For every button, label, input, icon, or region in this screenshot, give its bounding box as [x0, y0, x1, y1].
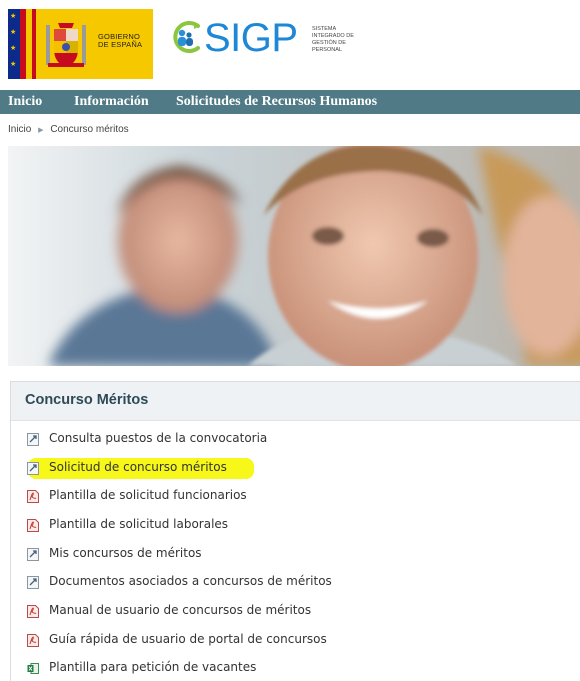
panel-title: Concurso Méritos	[25, 392, 149, 408]
web-page-icon	[27, 462, 39, 475]
web-page-icon	[27, 576, 39, 589]
pdf-icon	[27, 634, 39, 647]
nav-informacion[interactable]: Información	[74, 90, 149, 114]
link-plantilla-funcionarios[interactable]: Plantilla de solicitud funcionarios	[27, 487, 567, 507]
excel-icon	[27, 663, 39, 674]
sigp-wordmark: SIGP	[204, 16, 298, 60]
web-page-icon	[27, 548, 39, 561]
hero-banner-image	[8, 146, 580, 366]
eu-flag-band: ★ ★ ★ ★	[8, 9, 20, 79]
web-page-icon	[27, 433, 39, 446]
link-consulta-puestos[interactable]: Consulta puestos de la convocatoria	[27, 430, 567, 450]
sigp-subtitle: SISTEMA INTEGRADO DE GESTIÓN DE PERSONAL	[312, 26, 354, 53]
link-documentos-asociados[interactable]: Documentos asociados a concursos de méri…	[27, 573, 567, 593]
link-guia-rapida[interactable]: Guía rápida de usuario de portal de conc…	[27, 631, 567, 651]
sigp-logo[interactable]: SIGP SISTEMA INTEGRADO DE GESTIÓN DE PER…	[168, 14, 368, 74]
gobierno-de-espana-logo[interactable]: ★ ★ ★ ★ GOBIERNO DE ESPAÑA	[8, 9, 153, 79]
breadcrumb-arrow-icon: ▶	[38, 127, 44, 134]
link-plantilla-vacantes[interactable]: Plantilla para petición de vacantes	[27, 659, 567, 679]
pdf-icon	[27, 519, 39, 532]
main-navigation: Inicio Información Solicitudes de Recurs…	[0, 90, 580, 114]
sigp-people-icon	[173, 21, 200, 53]
link-solicitud-concurso-meritos[interactable]: Solicitud de concurso méritos	[27, 459, 567, 479]
site-header: ★ ★ ★ ★ GOBIERNO DE ESPAÑA SIGP SISTEMA …	[0, 0, 580, 86]
breadcrumb: Inicio ▶ Concurso méritos	[8, 124, 129, 135]
coat-of-arms-icon	[46, 23, 86, 67]
breadcrumb-home[interactable]: Inicio	[8, 124, 31, 135]
pdf-icon	[27, 490, 39, 503]
link-plantilla-laborales[interactable]: Plantilla de solicitud laborales	[27, 516, 567, 536]
breadcrumb-current: Concurso méritos	[50, 124, 129, 135]
panel-header: Concurso Méritos	[11, 382, 580, 421]
link-manual-usuario[interactable]: Manual de usuario de concursos de mérito…	[27, 602, 567, 622]
nav-solicitudes-rrhh[interactable]: Solicitudes de Recursos Humanos	[176, 90, 377, 114]
nav-inicio[interactable]: Inicio	[8, 90, 42, 114]
link-mis-concursos[interactable]: Mis concursos de méritos	[27, 545, 567, 565]
concurso-meritos-panel: Concurso Méritos Consulta puestos de la …	[10, 381, 580, 681]
gobierno-de-espana-text: GOBIERNO DE ESPAÑA	[98, 32, 143, 49]
pdf-icon	[27, 605, 39, 618]
